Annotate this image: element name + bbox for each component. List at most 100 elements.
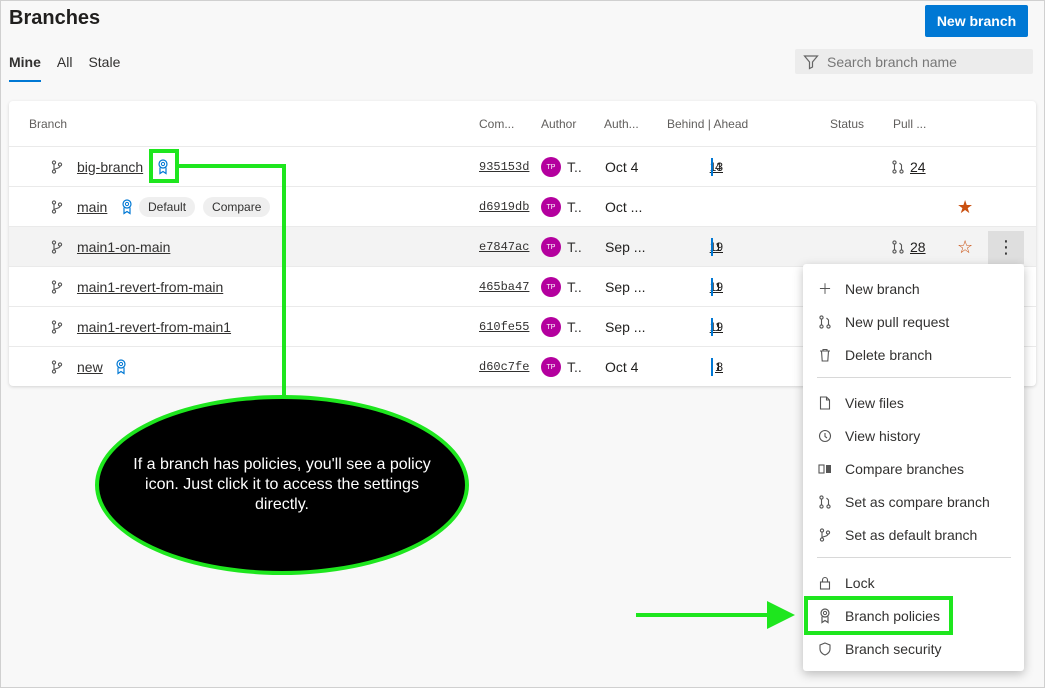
commit-link[interactable]: 935153d (479, 147, 529, 187)
pull-request-link[interactable]: 28 (892, 227, 926, 267)
table-row[interactable]: main Default Compare d6919db TP T.. Oct … (9, 186, 1036, 226)
column-header-author[interactable]: Author (541, 117, 576, 131)
menu-item-lock[interactable]: Lock (803, 566, 1024, 599)
column-header-author-date[interactable]: Auth... (604, 117, 639, 131)
new-branch-button[interactable]: New branch (925, 5, 1028, 37)
menu-item-view-history[interactable]: View history (803, 419, 1024, 452)
author-name: T.. (567, 159, 582, 175)
avatar: TP (541, 187, 561, 227)
branch-name-link[interactable]: main1-revert-from-main (77, 267, 223, 307)
pull-request-icon (892, 160, 904, 174)
author-name: T.. (567, 359, 582, 375)
tab-stale[interactable]: Stale (88, 54, 120, 82)
avatar: TP (541, 147, 561, 187)
behind-ahead-divider (711, 347, 713, 387)
compare-icon (817, 463, 833, 475)
menu-item-new-branch[interactable]: ＋ New branch (803, 272, 1024, 305)
lock-icon (817, 576, 833, 590)
author-date: Sep ... (605, 319, 646, 335)
column-header-branch[interactable]: Branch (29, 117, 67, 131)
plus-icon: ＋ (818, 280, 832, 297)
author-name: T.. (567, 319, 582, 335)
pull-request-link[interactable]: 24 (892, 147, 926, 187)
behind-ahead-divider (711, 147, 713, 187)
shield-icon (817, 641, 833, 656)
commit-link[interactable]: d60c7fe (479, 347, 529, 387)
menu-item-delete-branch[interactable]: Delete branch (803, 338, 1024, 371)
column-header-commit[interactable]: Com... (479, 117, 514, 131)
ahead-count[interactable]: 1 (715, 227, 722, 267)
pull-request-icon (817, 314, 833, 329)
compare-branch-icon (817, 494, 833, 509)
filter-icon (803, 54, 819, 69)
commit-link[interactable]: 465ba47 (479, 267, 529, 307)
branch-name-link[interactable]: new (77, 347, 103, 387)
avatar: TP (541, 307, 561, 347)
branch-icon (51, 227, 63, 267)
author-date: Sep ... (605, 279, 646, 295)
trash-icon (817, 348, 833, 362)
pull-request-icon (892, 240, 904, 254)
tab-all[interactable]: All (57, 54, 73, 82)
default-chip: Default (139, 197, 196, 217)
avatar: TP (541, 267, 561, 307)
favorite-star-icon[interactable]: ★ (957, 187, 973, 227)
callout-connector (282, 164, 286, 397)
callout-bubble: If a branch has policies, you'll see a p… (95, 395, 469, 575)
branch-name-link[interactable]: big-branch (77, 147, 143, 187)
author-name: T.. (567, 199, 582, 215)
tab-bar: Mine All Stale (9, 54, 136, 82)
ahead-count[interactable]: 1 (715, 267, 722, 307)
menu-item-set-compare-branch[interactable]: Set as compare branch (803, 485, 1024, 518)
commit-link[interactable]: e7847ac (479, 227, 529, 267)
author-date: Sep ... (605, 239, 646, 255)
policy-icon[interactable] (115, 347, 127, 387)
branch-icon (51, 307, 63, 347)
behind-ahead-divider (711, 267, 713, 307)
compare-chip: Compare (203, 197, 271, 217)
behind-ahead-divider (711, 307, 713, 347)
menu-item-new-pull-request[interactable]: New pull request (803, 305, 1024, 338)
file-icon (817, 395, 833, 410)
branch-icon (51, 187, 63, 227)
column-header-pull-requests[interactable]: Pull ... (893, 117, 926, 131)
menu-item-branch-security[interactable]: Branch security (803, 632, 1024, 665)
search-box[interactable] (795, 49, 1033, 74)
branch-name-link[interactable]: main (77, 187, 107, 227)
more-actions-button[interactable]: ⋮ (988, 231, 1024, 264)
branch-policies-highlight (804, 596, 953, 635)
arrow-right-icon (767, 601, 795, 629)
author-date: Oct 4 (605, 359, 639, 375)
callout-connector (179, 164, 286, 168)
favorite-star-outline-icon[interactable]: ☆ (957, 227, 973, 267)
column-header-behind-ahead[interactable]: Behind | Ahead (667, 117, 748, 131)
column-header-status[interactable]: Status (830, 117, 864, 131)
branch-name-link[interactable]: main1-on-main (77, 227, 170, 267)
author-name: T.. (567, 239, 582, 255)
branch-icon (817, 527, 833, 542)
branch-icon (51, 147, 63, 187)
avatar: TP (541, 347, 561, 387)
table-row[interactable]: main1-on-main e7847ac TP T.. Sep ... 19 … (9, 226, 1036, 266)
author-name: T.. (567, 279, 582, 295)
arrow-shaft (636, 613, 771, 617)
ahead-count[interactable]: 1 (715, 347, 722, 387)
menu-divider (817, 557, 1011, 558)
menu-item-set-default-branch[interactable]: Set as default branch (803, 518, 1024, 551)
menu-item-view-files[interactable]: View files (803, 386, 1024, 419)
author-date: Oct 4 (605, 159, 639, 175)
ahead-count[interactable]: 4 (715, 147, 722, 187)
ahead-count[interactable]: 1 (715, 307, 722, 347)
page-title: Branches (9, 7, 101, 29)
policy-icon-highlight (149, 149, 179, 183)
menu-item-compare-branches[interactable]: Compare branches (803, 452, 1024, 485)
commit-link[interactable]: 610fe55 (479, 307, 529, 347)
commit-link[interactable]: d6919db (479, 187, 529, 227)
search-input[interactable] (827, 53, 1017, 70)
branch-icon (51, 267, 63, 307)
branch-name-link[interactable]: main1-revert-from-main1 (77, 307, 231, 347)
behind-ahead-divider (711, 227, 713, 267)
branch-icon (51, 347, 63, 387)
menu-divider (817, 377, 1011, 378)
tab-mine[interactable]: Mine (9, 54, 41, 82)
